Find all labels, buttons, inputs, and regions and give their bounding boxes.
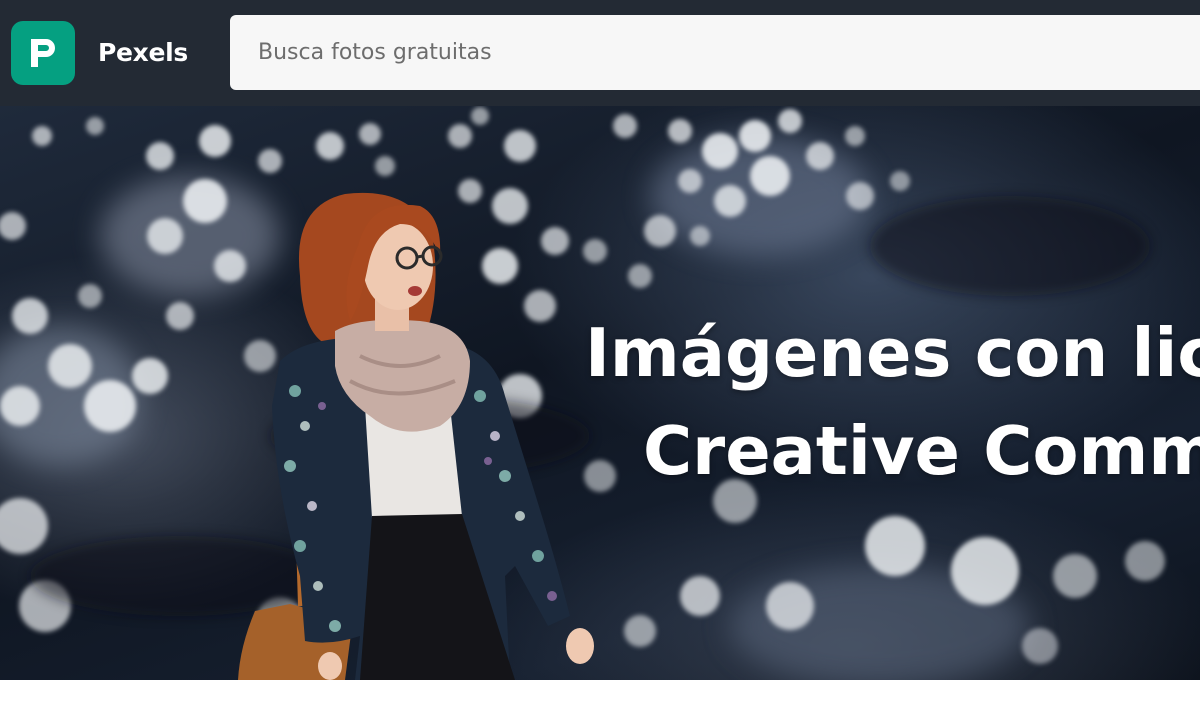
hero-headline: Imágenes con lic Creative Comm — [585, 304, 1200, 500]
search-input[interactable] — [230, 15, 1200, 90]
logo-p-glyph — [31, 39, 55, 67]
page-content-start — [0, 680, 1200, 706]
hero-headline-line2: Creative Comm — [643, 412, 1200, 490]
brand-name[interactable]: Pexels — [98, 38, 188, 67]
hero-banner: Imágenes con lic Creative Comm — [0, 106, 1200, 680]
pexels-logo-icon[interactable] — [11, 21, 75, 85]
top-navigation-bar: Pexels — [0, 0, 1200, 106]
hero-headline-line1: Imágenes con lic — [585, 314, 1200, 392]
